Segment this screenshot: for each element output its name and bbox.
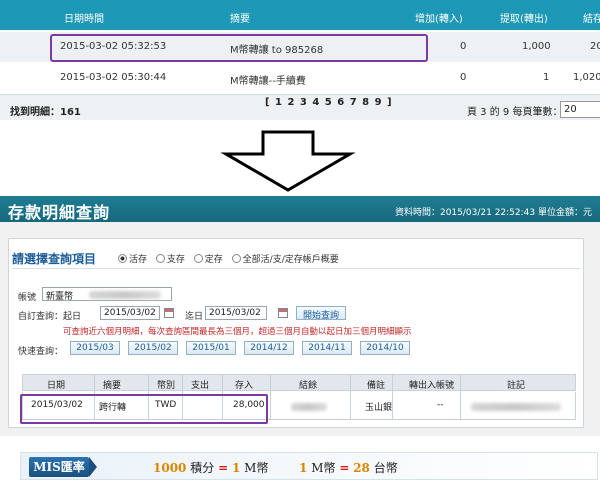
row-out: 1,000	[522, 41, 551, 52]
panel-title: 存款明細查詢	[8, 203, 111, 222]
end-date-input[interactable]: 2015/03/02	[205, 306, 267, 320]
down-arrow-icon	[220, 130, 356, 192]
account-value: 新臺幣	[46, 292, 74, 302]
end-date-label: 迄日	[185, 312, 204, 322]
row-in: 0	[460, 41, 467, 52]
row-in: 0	[460, 72, 467, 83]
divider	[270, 374, 271, 420]
quick-month-button[interactable]: 2014/10	[360, 341, 410, 355]
redacted-memo	[471, 403, 561, 411]
redacted-account	[89, 291, 161, 299]
calendar-icon[interactable]	[278, 308, 288, 318]
row-note: 玉山銀	[365, 403, 393, 413]
custom-query-label: 自訂查詢：起日	[18, 312, 82, 322]
panel-title-bar: 存款明細查詢 資料時間：2015/03/21 22:52:43 單位金額：元	[0, 196, 600, 222]
equals-sign: =	[218, 461, 229, 475]
mis-rate-bar: MIS匯率 1000 積分 = 1 M幣 1 M幣 = 28 台幣	[20, 452, 598, 480]
twd-unit: 台幣	[373, 461, 398, 475]
radio-label: 活存	[129, 255, 148, 265]
col-out: 提取(轉出)	[500, 14, 548, 25]
mis-rate-badge: MIS匯率	[29, 457, 97, 477]
mcoin-value: 1	[299, 461, 308, 475]
quick-month-button[interactable]: 2015/03	[70, 341, 120, 355]
quick-month-button[interactable]: 2014/12	[244, 341, 294, 355]
col-currency: 幣別	[157, 381, 176, 391]
query-notice: 可查詢近六個月明細，每次查詢區間最長為三個月，超過三個月自動以起日加三個月明細顯…	[63, 327, 412, 337]
col-in: 增加(轉入)	[415, 14, 463, 25]
page-info: 頁 3 的 9 每頁筆數：	[467, 107, 563, 118]
quick-query-label: 快速查詢：	[18, 347, 64, 357]
col-deposit: 存入	[235, 381, 254, 391]
equals-sign: =	[339, 461, 350, 475]
col-expense: 支出	[191, 381, 210, 391]
data-time-info: 資料時間：2015/03/21 22:52:43 單位金額：元	[394, 208, 592, 218]
points-unit: 積分	[190, 461, 215, 475]
radio-label: 全部活/支/定存帳戶概要	[242, 255, 339, 265]
col-summary: 摘要	[103, 381, 122, 391]
mcoin-unit: M幣	[311, 461, 336, 475]
account-label: 帳號	[18, 293, 37, 303]
row-datetime: 2015-03-02 05:30:44	[60, 72, 167, 83]
col-memo: 註記	[507, 381, 526, 391]
page-size-input[interactable]: 20	[560, 101, 600, 118]
highlight-box	[50, 34, 428, 62]
account-type-radios: 活存 支存 定存 全部活/支/定存帳戶概要	[112, 252, 339, 265]
found-count: 找到明細：161	[10, 107, 81, 118]
radio-all[interactable]	[231, 254, 241, 263]
highlight-box	[20, 394, 268, 424]
table-row: 2015-03-02 05:30:44 M幣轉讓--手續費 0 1 1,020	[0, 63, 600, 93]
pagination-bar: 找到明細：161 [ 1 2 3 4 5 6 7 8 9 ] 頁 3 的 9 每…	[0, 94, 600, 120]
col-summary: 摘要	[230, 14, 250, 25]
account-select[interactable]: 新臺幣	[42, 287, 172, 302]
quick-month-button[interactable]: 2015/02	[128, 341, 178, 355]
row-balance: 1,020	[573, 72, 600, 83]
radio-checking[interactable]	[155, 254, 165, 263]
twd-value: 28	[353, 461, 370, 475]
col-datetime: 日期時間	[64, 14, 104, 25]
col-date: 日期	[47, 381, 66, 391]
col-note: 備註	[367, 381, 386, 391]
result-table-header: 日期 摘要 幣別 支出 存入 結餘 備註 轉出入帳號 註記	[22, 374, 576, 391]
mcoin-value: 1	[231, 461, 241, 475]
rate-text-points: 1000 積分 = 1 M幣	[153, 459, 268, 476]
divider	[350, 374, 351, 420]
coin-transfer-table: 日期時間 摘要 增加(轉入) 提取(轉出) 結存 2015-03-02 05:3…	[0, 0, 600, 122]
start-query-button[interactable]: 開始查詢	[296, 306, 346, 321]
row-summary: M幣轉讓--手續費	[230, 76, 306, 87]
divider	[12, 268, 580, 269]
points-value: 1000	[153, 461, 187, 475]
calendar-icon[interactable]	[164, 308, 174, 318]
row-out: 1	[543, 72, 550, 83]
radio-label: 定存	[204, 255, 223, 265]
radio-label: 支存	[166, 255, 185, 265]
col-balance: 結餘	[299, 381, 318, 391]
col-account: 轉出入帳號	[409, 381, 455, 391]
divider	[392, 374, 393, 420]
rate-text-twd: 1 M幣 = 28 台幣	[299, 459, 398, 476]
row-account: --	[437, 400, 444, 410]
page-links[interactable]: [ 1 2 3 4 5 6 7 8 9 ]	[265, 97, 393, 108]
col-balance: 結存	[583, 14, 600, 25]
radio-fixed[interactable]	[193, 254, 203, 263]
start-date-input[interactable]: 2015/03/02	[100, 306, 160, 320]
redacted-balance	[291, 403, 327, 411]
mcoin-unit: M幣	[244, 461, 269, 475]
radio-current[interactable]	[118, 254, 127, 263]
query-heading: 請選擇查詢項目	[12, 252, 97, 266]
quick-month-button[interactable]: 2014/11	[302, 341, 352, 355]
table-header: 日期時間 摘要 增加(轉入) 提取(轉出) 結存	[0, 0, 600, 30]
divider	[460, 374, 461, 420]
row-balance: 20	[590, 41, 600, 52]
quick-month-button[interactable]: 2015/01	[186, 341, 236, 355]
